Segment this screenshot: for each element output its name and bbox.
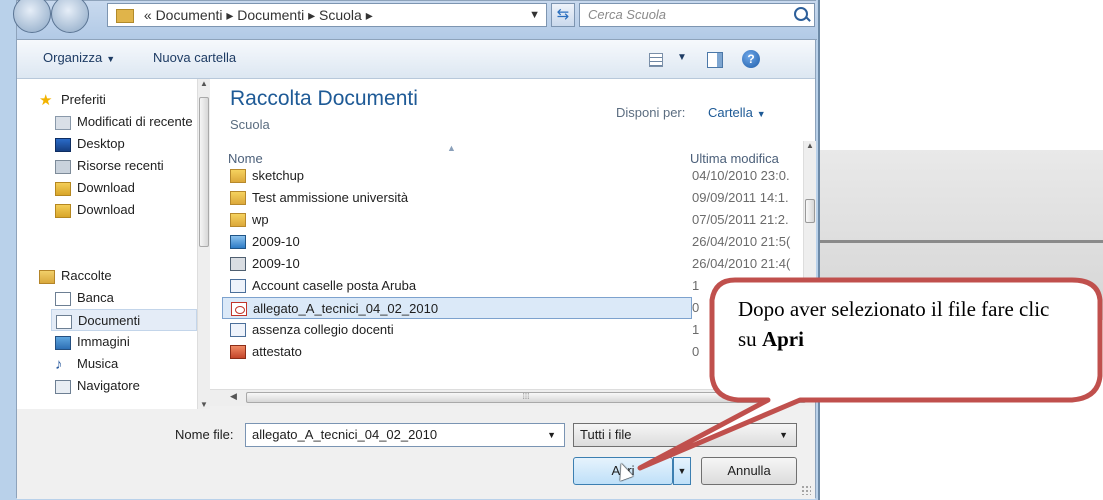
callout-text: Dopo aver selezionato il file fare clic … <box>738 294 1068 354</box>
callout-text-bold: Apri <box>761 327 804 351</box>
callout-bubble <box>637 277 1103 471</box>
